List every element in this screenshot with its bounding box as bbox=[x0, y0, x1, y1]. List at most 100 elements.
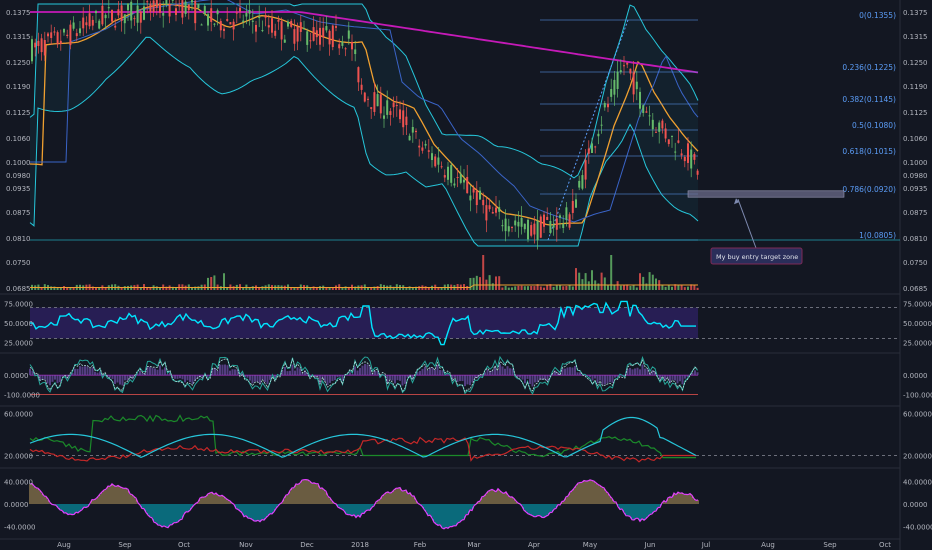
cci-histogram-bar bbox=[114, 375, 116, 385]
volume-bar bbox=[488, 275, 491, 290]
x-tick-label: Jun bbox=[644, 541, 656, 549]
cci-histogram-bar bbox=[46, 375, 49, 384]
candle-body bbox=[325, 26, 328, 31]
fib-level-label: 0.5(0.1080) bbox=[852, 121, 896, 130]
candle-body bbox=[299, 22, 302, 32]
indicator-tick-left: 0.0000 bbox=[4, 372, 29, 380]
candle-body bbox=[363, 92, 366, 102]
price-tick-right: 0.0935 bbox=[903, 185, 928, 193]
volume-bar bbox=[418, 286, 421, 290]
cci-histogram-bar bbox=[426, 370, 429, 376]
candle-body bbox=[117, 9, 120, 16]
candle-body bbox=[229, 22, 232, 25]
candle-body bbox=[488, 205, 491, 210]
candle-body bbox=[607, 103, 609, 108]
cci-histogram-bar bbox=[396, 375, 399, 381]
indicator-tick-right: 40.0000 bbox=[903, 478, 932, 486]
cci-histogram-bar bbox=[29, 368, 31, 376]
candle-body bbox=[383, 115, 385, 119]
price-tick-left: 0.1060 bbox=[6, 135, 31, 143]
candle-body bbox=[693, 153, 696, 160]
rsi-band bbox=[30, 307, 698, 339]
candle-body bbox=[242, 20, 245, 23]
candle-body bbox=[293, 29, 296, 44]
candle-body bbox=[571, 200, 574, 213]
volume-bar bbox=[552, 286, 555, 290]
candle-body bbox=[312, 27, 315, 41]
candle-body bbox=[482, 199, 485, 206]
candle-body bbox=[655, 131, 657, 133]
cci-histogram-bar bbox=[429, 367, 431, 376]
candle-body bbox=[373, 92, 376, 112]
volume-bar bbox=[258, 287, 261, 290]
volume-bar bbox=[424, 286, 427, 290]
volume-bar bbox=[639, 273, 641, 290]
chart-canvas: 0(0.1355) 0.236(0.1225) 0.382(0.1145) 0.5(0… bbox=[0, 0, 932, 550]
candle-body bbox=[546, 216, 549, 220]
cci-histogram-bar bbox=[544, 375, 546, 380]
volume-bar bbox=[440, 287, 443, 290]
candle-body bbox=[498, 207, 501, 212]
volume-bar bbox=[498, 276, 501, 290]
candle-body bbox=[450, 165, 453, 183]
candle-body bbox=[565, 207, 568, 220]
cci-histogram-bar bbox=[691, 372, 694, 376]
candle-body bbox=[344, 48, 347, 50]
candle-body bbox=[472, 188, 475, 193]
candle-body bbox=[264, 14, 267, 18]
candle-body bbox=[216, 10, 219, 15]
candle-body bbox=[181, 0, 184, 18]
cci-histogram-bar bbox=[629, 367, 631, 376]
candle-body bbox=[523, 223, 526, 230]
volume-bar bbox=[466, 286, 469, 290]
volume-bar bbox=[376, 286, 379, 290]
candle-body bbox=[437, 157, 440, 165]
candle-body bbox=[421, 147, 424, 151]
candle-body bbox=[635, 81, 638, 90]
cci-histogram-bar bbox=[476, 375, 479, 379]
cci-histogram-bar bbox=[574, 365, 576, 376]
candle-body bbox=[143, 6, 145, 20]
volume-bar bbox=[123, 286, 126, 290]
volume-bar bbox=[651, 274, 654, 290]
indicator-tick-left: 25.0000 bbox=[4, 339, 33, 347]
volume-bar bbox=[664, 286, 667, 290]
candle-body bbox=[674, 151, 677, 153]
price-tick-left: 0.1315 bbox=[6, 33, 31, 41]
candle-body bbox=[40, 38, 43, 53]
cci-histogram-bar bbox=[359, 368, 361, 376]
volume-bar bbox=[568, 285, 571, 290]
annotation-callout[interactable]: My buy entry target zone bbox=[710, 247, 803, 265]
cci-histogram-bar bbox=[329, 375, 331, 383]
candle-body bbox=[664, 128, 667, 139]
candle-body bbox=[507, 226, 510, 232]
candle-body bbox=[469, 195, 472, 201]
cci-histogram-bar bbox=[59, 375, 61, 383]
volume-bar bbox=[504, 286, 507, 290]
cci-histogram-bar bbox=[191, 375, 194, 384]
volume-bar bbox=[571, 286, 574, 290]
candle-body bbox=[69, 24, 72, 46]
cci-histogram-bar bbox=[166, 373, 169, 376]
x-tick-label: 2018 bbox=[351, 541, 369, 549]
cci-histogram-bar bbox=[466, 375, 469, 385]
cci-histogram-bar bbox=[181, 375, 184, 380]
candle-body bbox=[504, 218, 507, 232]
cci-histogram-bar bbox=[176, 375, 179, 379]
candle-body bbox=[139, 11, 142, 23]
candle-body bbox=[47, 33, 49, 37]
cci-histogram-bar bbox=[184, 375, 186, 383]
candle-body bbox=[245, 12, 248, 17]
indicator-tick-left: 20.0000 bbox=[4, 452, 33, 460]
candle-body bbox=[197, 3, 200, 9]
candle-body bbox=[696, 170, 699, 175]
candle-body bbox=[453, 183, 456, 186]
candle-body bbox=[91, 19, 94, 26]
candle-body bbox=[101, 5, 104, 25]
candle-body bbox=[610, 89, 613, 97]
candle-body bbox=[581, 175, 584, 189]
candle-body bbox=[440, 166, 443, 168]
fib-level-label: 0.786(0.0920) bbox=[842, 185, 896, 194]
candle-body bbox=[72, 22, 75, 29]
cci-histogram-bar bbox=[336, 375, 339, 378]
